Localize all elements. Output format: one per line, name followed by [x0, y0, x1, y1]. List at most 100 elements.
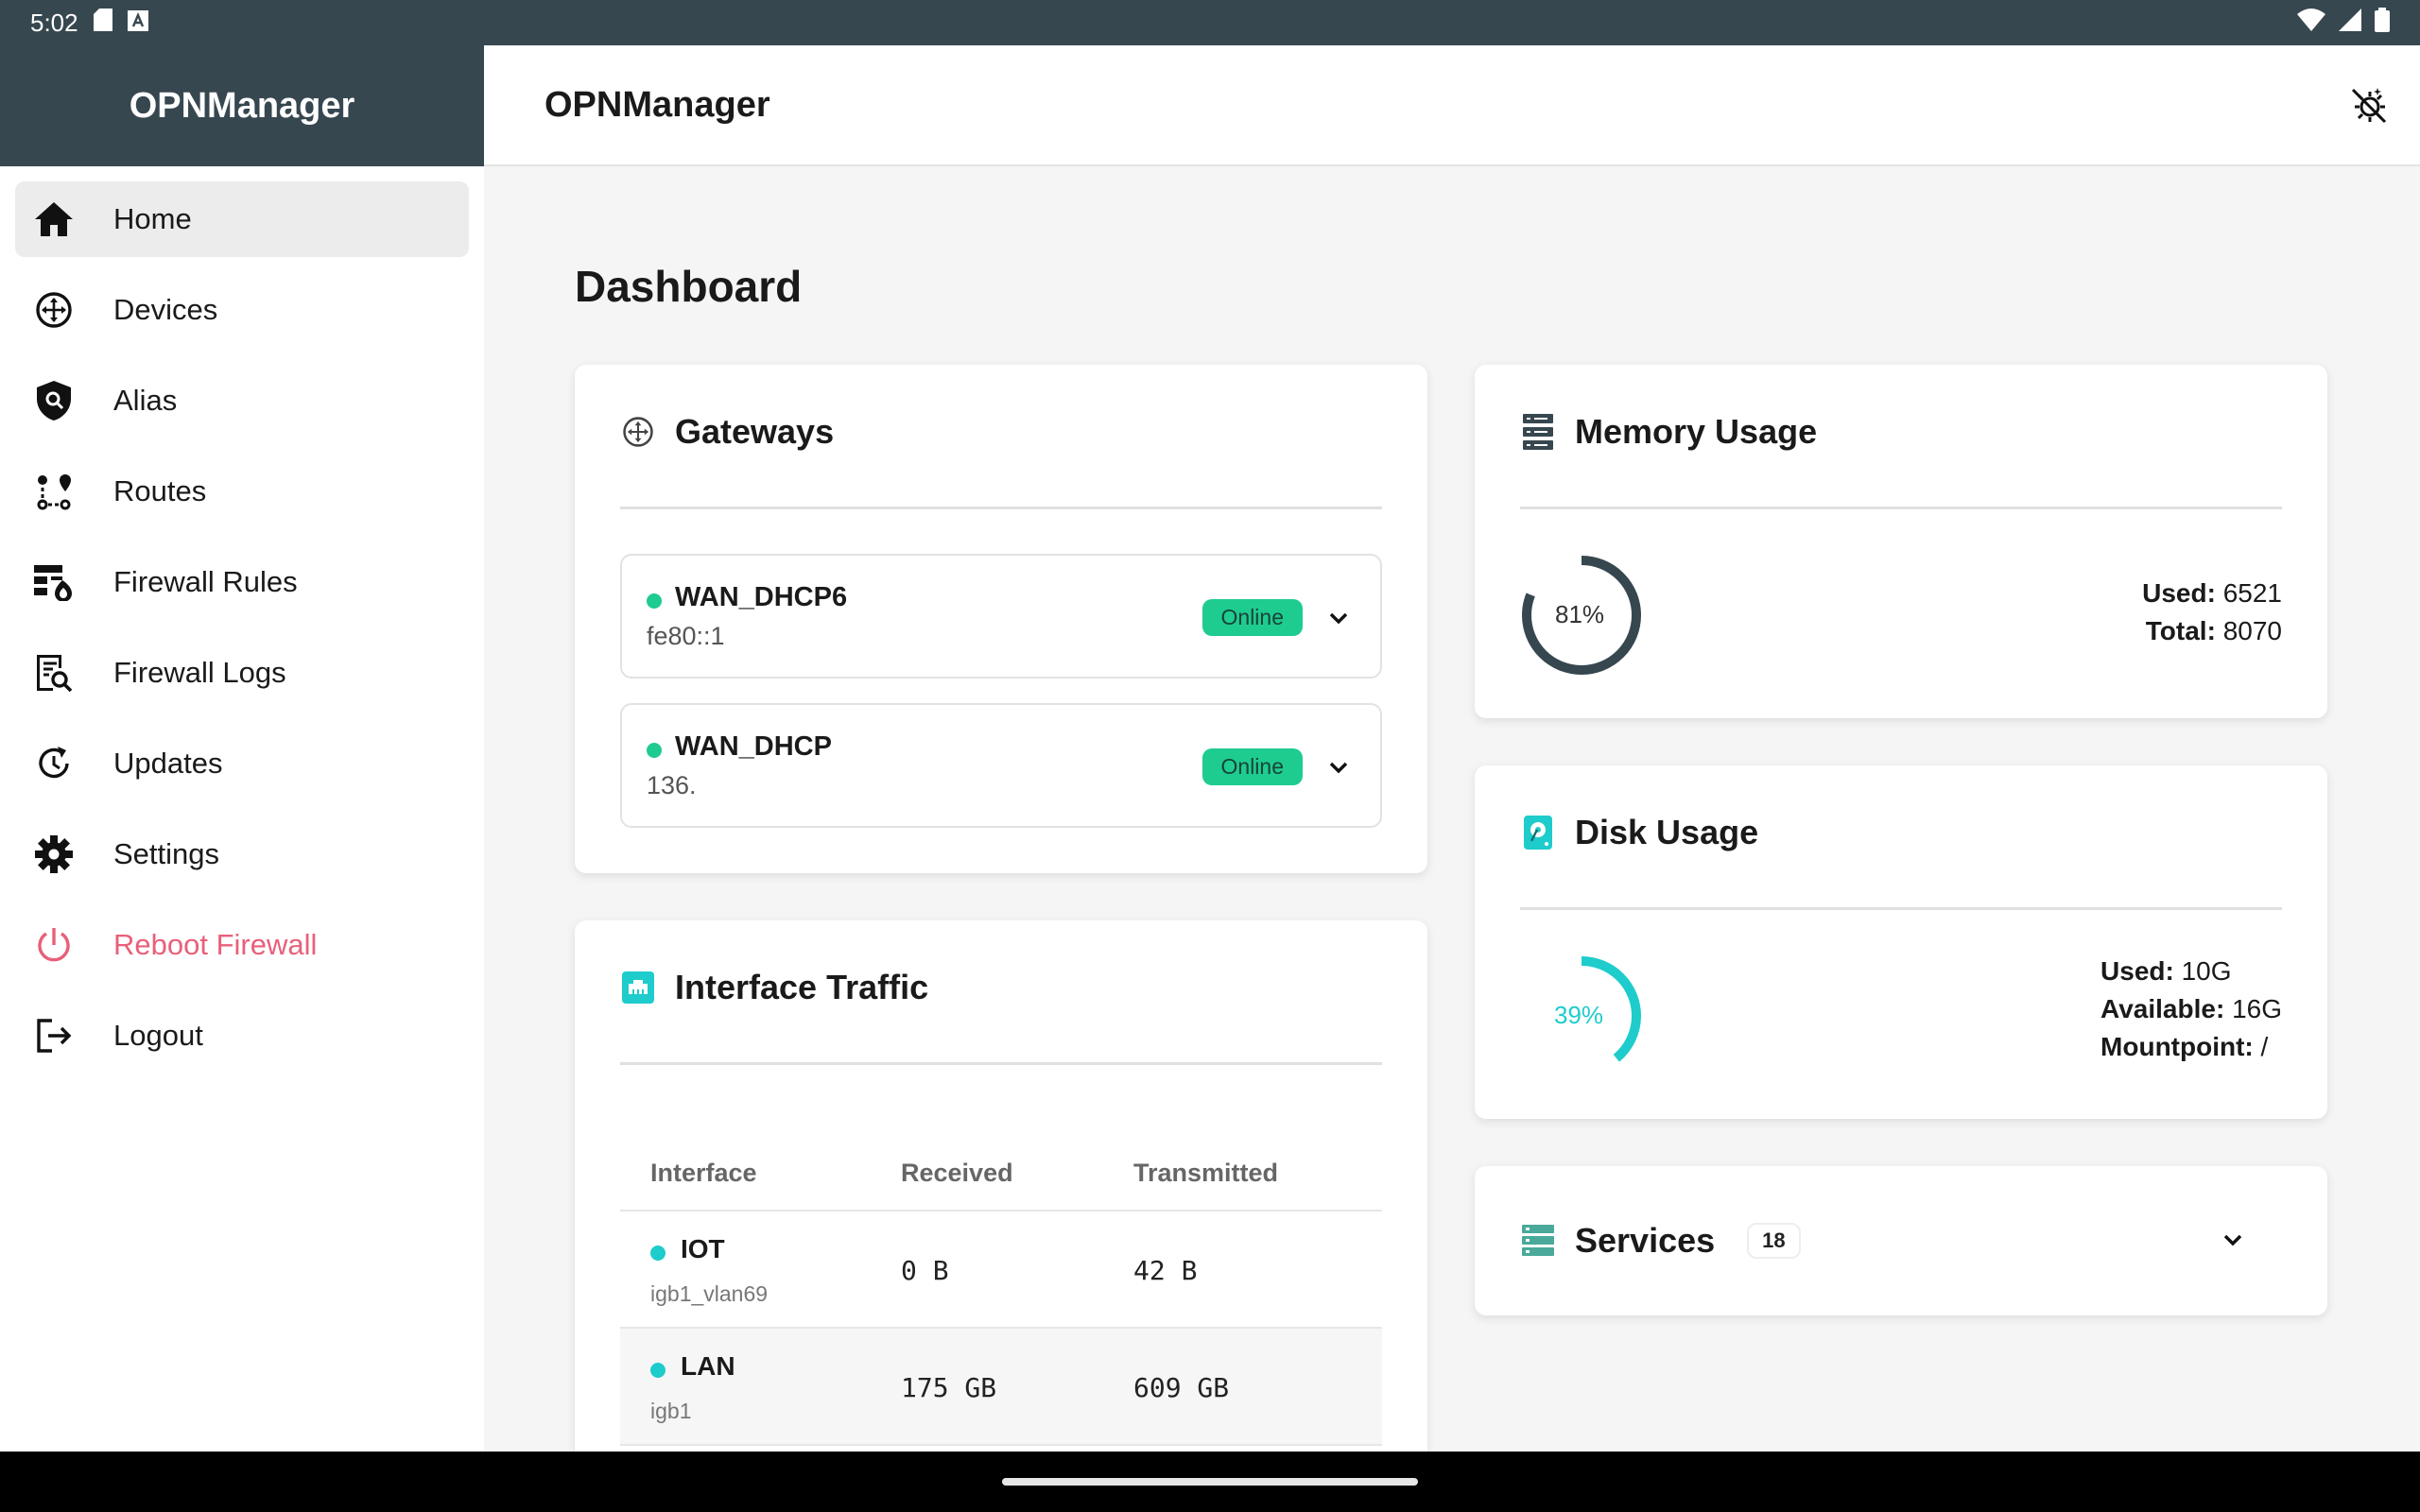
battery-icon — [2375, 7, 2390, 39]
chevron-down-icon[interactable] — [2220, 1227, 2246, 1258]
sidebar-item-label: Updates — [113, 747, 223, 780]
sidebar-item-label: Reboot Firewall — [113, 928, 318, 961]
disk-title: Disk Usage — [1575, 813, 1759, 851]
status-dot — [650, 1246, 666, 1261]
memory-percent: 81% — [1555, 600, 1605, 628]
log-search-icon — [32, 651, 76, 695]
disk-percent: 39% — [1554, 1001, 1604, 1029]
services-icon — [1520, 1223, 1556, 1259]
interface-name: IOT — [681, 1234, 725, 1263]
status-dot — [647, 743, 662, 758]
system-navigation-bar — [0, 1452, 2420, 1512]
sidebar-item-updates[interactable]: Updates — [15, 726, 469, 801]
logout-icon — [32, 1014, 76, 1057]
theme-toggle-button[interactable] — [2346, 83, 2392, 129]
chevron-down-icon[interactable] — [1325, 605, 1352, 631]
home-icon — [32, 198, 76, 241]
shield-search-icon — [32, 379, 76, 422]
disk-usage-card: Disk Usage 39% Used: 10G Available: 16G … — [1475, 765, 2327, 1119]
sidebar-item-devices[interactable]: Devices — [15, 272, 469, 348]
disk-mountpoint: / — [2260, 1032, 2269, 1061]
app-bar-title: OPNManager — [544, 84, 770, 125]
table-row: LAN igb1 175 GB 609 GB — [620, 1329, 1382, 1446]
hard-drive-icon — [1520, 815, 1556, 850]
main-content: Dashboard Gateways WAN_DHCP6 fe80::1 Onl… — [484, 166, 2420, 1487]
sidebar-item-label: Devices — [113, 293, 218, 326]
page-title: Dashboard — [575, 262, 803, 311]
sidebar-item-routes[interactable]: Routes — [15, 454, 469, 529]
status-badge: Online — [1201, 748, 1303, 785]
wifi-icon — [2297, 8, 2325, 38]
traffic-table-header: Interface Received Transmitted — [620, 1136, 1382, 1211]
sidebar-item-label: Alias — [113, 384, 178, 417]
memory-total: 8070 — [2222, 616, 2282, 645]
keyboard-a-icon — [127, 9, 148, 38]
services-count-badge: 18 — [1747, 1223, 1801, 1259]
memory-used: 6521 — [2222, 578, 2282, 608]
gateways-card: Gateways WAN_DHCP6 fe80::1 Online WAN_DH… — [575, 365, 1427, 873]
ethernet-icon — [620, 970, 656, 1005]
services-card[interactable]: Services 18 — [1475, 1166, 2327, 1315]
signal-icon — [2339, 8, 2361, 38]
transmitted-value: 609 GB — [1133, 1372, 1230, 1403]
divider — [620, 507, 1382, 509]
column-header: Transmitted — [1133, 1159, 1279, 1187]
update-icon — [32, 742, 76, 785]
memory-usage-card: Memory Usage 81% Used: 6521 Total: 8070 — [1475, 365, 2327, 718]
services-header: Services 18 — [1520, 1221, 1801, 1261]
received-value: 175 GB — [901, 1372, 997, 1403]
server-icon — [1520, 414, 1556, 450]
chevron-down-icon[interactable] — [1325, 754, 1352, 781]
sidebar-item-firewall-logs[interactable]: Firewall Logs — [15, 635, 469, 711]
sidebar-item-settings[interactable]: Settings — [15, 816, 469, 892]
column-header: Received — [901, 1159, 1013, 1187]
power-icon — [32, 923, 76, 967]
used-label: Used: — [2142, 578, 2216, 608]
transmitted-value: 42 B — [1133, 1255, 1198, 1286]
sidebar-item-label: Firewall Rules — [113, 565, 298, 598]
drawer-nav: Home Devices Alias Routes Firewall Rules — [0, 166, 484, 1104]
sidebar-item-reboot-firewall[interactable]: Reboot Firewall — [15, 907, 469, 983]
interface-name: LAN — [681, 1351, 735, 1381]
gateway-address: fe80::1 — [647, 622, 725, 650]
sidebar-item-label: Firewall Logs — [113, 656, 286, 689]
sidebar-item-firewall-rules[interactable]: Firewall Rules — [15, 544, 469, 620]
used-label: Used: — [2100, 956, 2174, 986]
sidebar-item-alias[interactable]: Alias — [15, 363, 469, 438]
interface-traffic-card: Interface Traffic Interface Received Tra… — [575, 920, 1427, 1487]
gateway-item[interactable]: WAN_DHCP6 fe80::1 Online — [620, 554, 1382, 679]
clock: 5:02 — [30, 8, 78, 37]
interface-device: igb1_vlan69 — [650, 1281, 769, 1306]
sd-card-icon — [93, 8, 112, 38]
home-gesture-handle[interactable] — [1002, 1478, 1418, 1486]
interface-device: igb1 — [650, 1399, 692, 1423]
sidebar-item-label: Settings — [113, 837, 220, 870]
traffic-title: Interface Traffic — [675, 968, 929, 1006]
sidebar-item-label: Routes — [113, 474, 207, 507]
drawer-header: OPNManager — [0, 45, 484, 166]
disk-used: 10G — [2181, 956, 2232, 986]
divider — [620, 1062, 1382, 1065]
divider — [1520, 907, 2282, 910]
traffic-header: Interface Traffic — [620, 968, 928, 1007]
sidebar-item-home[interactable]: Home — [15, 181, 469, 257]
firewall-icon — [32, 560, 76, 604]
gateway-address: 136. — [647, 771, 697, 799]
gateway-name: WAN_DHCP6 — [675, 582, 848, 612]
route-icon — [32, 470, 76, 513]
gateway-item[interactable]: WAN_DHCP 136. Online — [620, 703, 1382, 828]
gateways-title: Gateways — [675, 412, 835, 451]
app-bar: OPNManager — [484, 45, 2420, 166]
status-dot — [647, 593, 662, 609]
hub-icon — [620, 414, 656, 450]
status-badge: Online — [1201, 599, 1303, 636]
sidebar-item-label: Home — [113, 202, 192, 235]
services-title: Services — [1575, 1221, 1716, 1260]
gear-icon — [32, 833, 76, 876]
sidebar-item-logout[interactable]: Logout — [15, 998, 469, 1074]
column-header: Interface — [650, 1159, 757, 1187]
disk-stats: Used: 10G Available: 16G Mountpoint: / — [2100, 953, 2282, 1066]
memory-header: Memory Usage — [1520, 412, 1817, 452]
divider — [1520, 507, 2282, 509]
table-row: IOT igb1_vlan69 0 B 42 B — [620, 1211, 1382, 1329]
